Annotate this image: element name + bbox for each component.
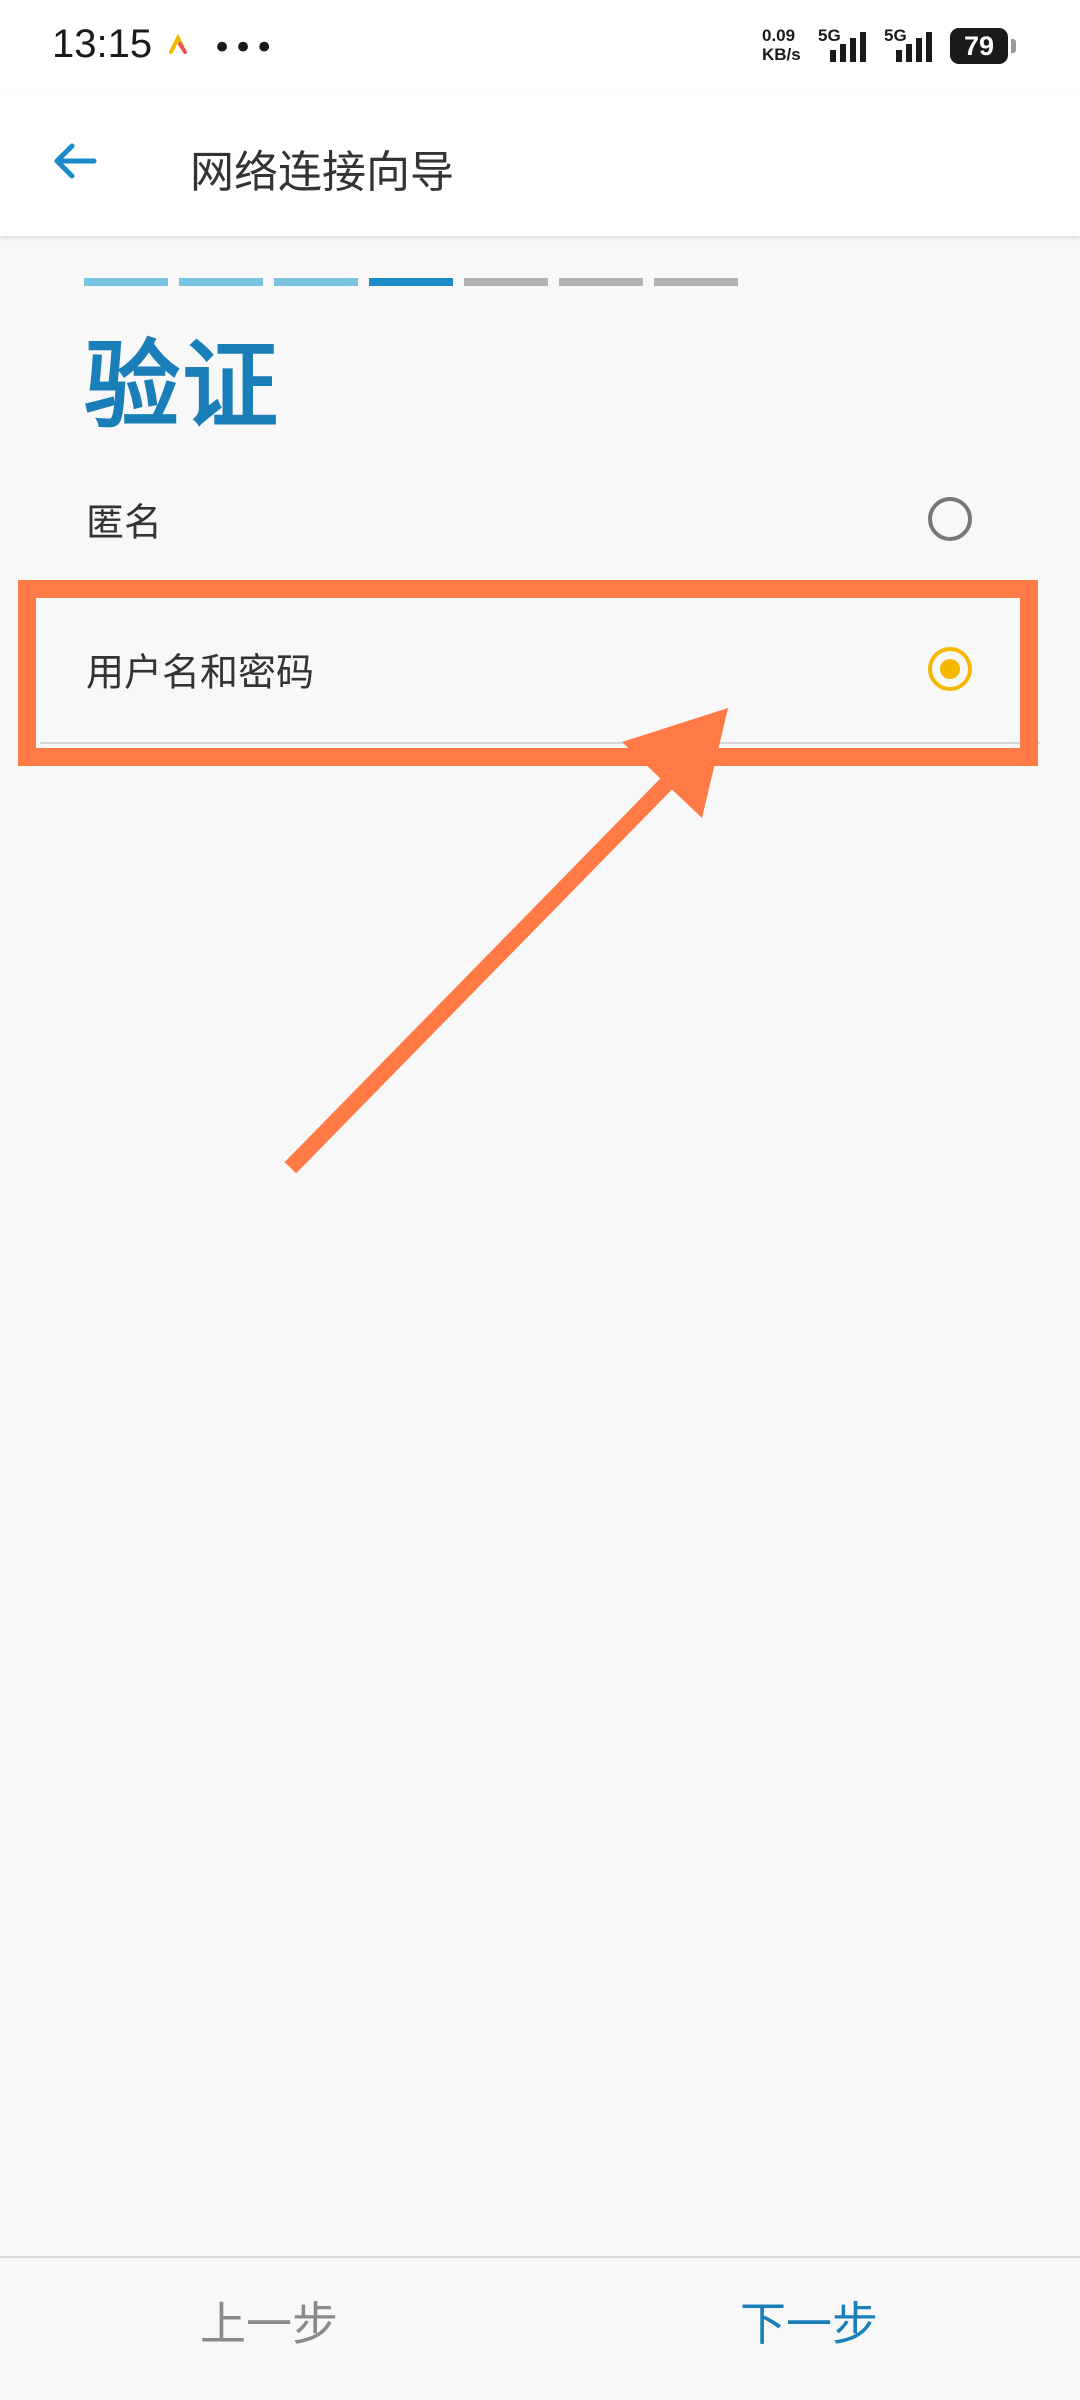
wizard-navigation-bar: 上一步 下一步 bbox=[0, 2258, 1080, 2400]
annotation-arrow-icon bbox=[284, 708, 728, 1174]
next-step-button[interactable]: 下一步 bbox=[740, 2288, 878, 2354]
previous-step-button[interactable]: 上一步 bbox=[200, 2288, 338, 2354]
